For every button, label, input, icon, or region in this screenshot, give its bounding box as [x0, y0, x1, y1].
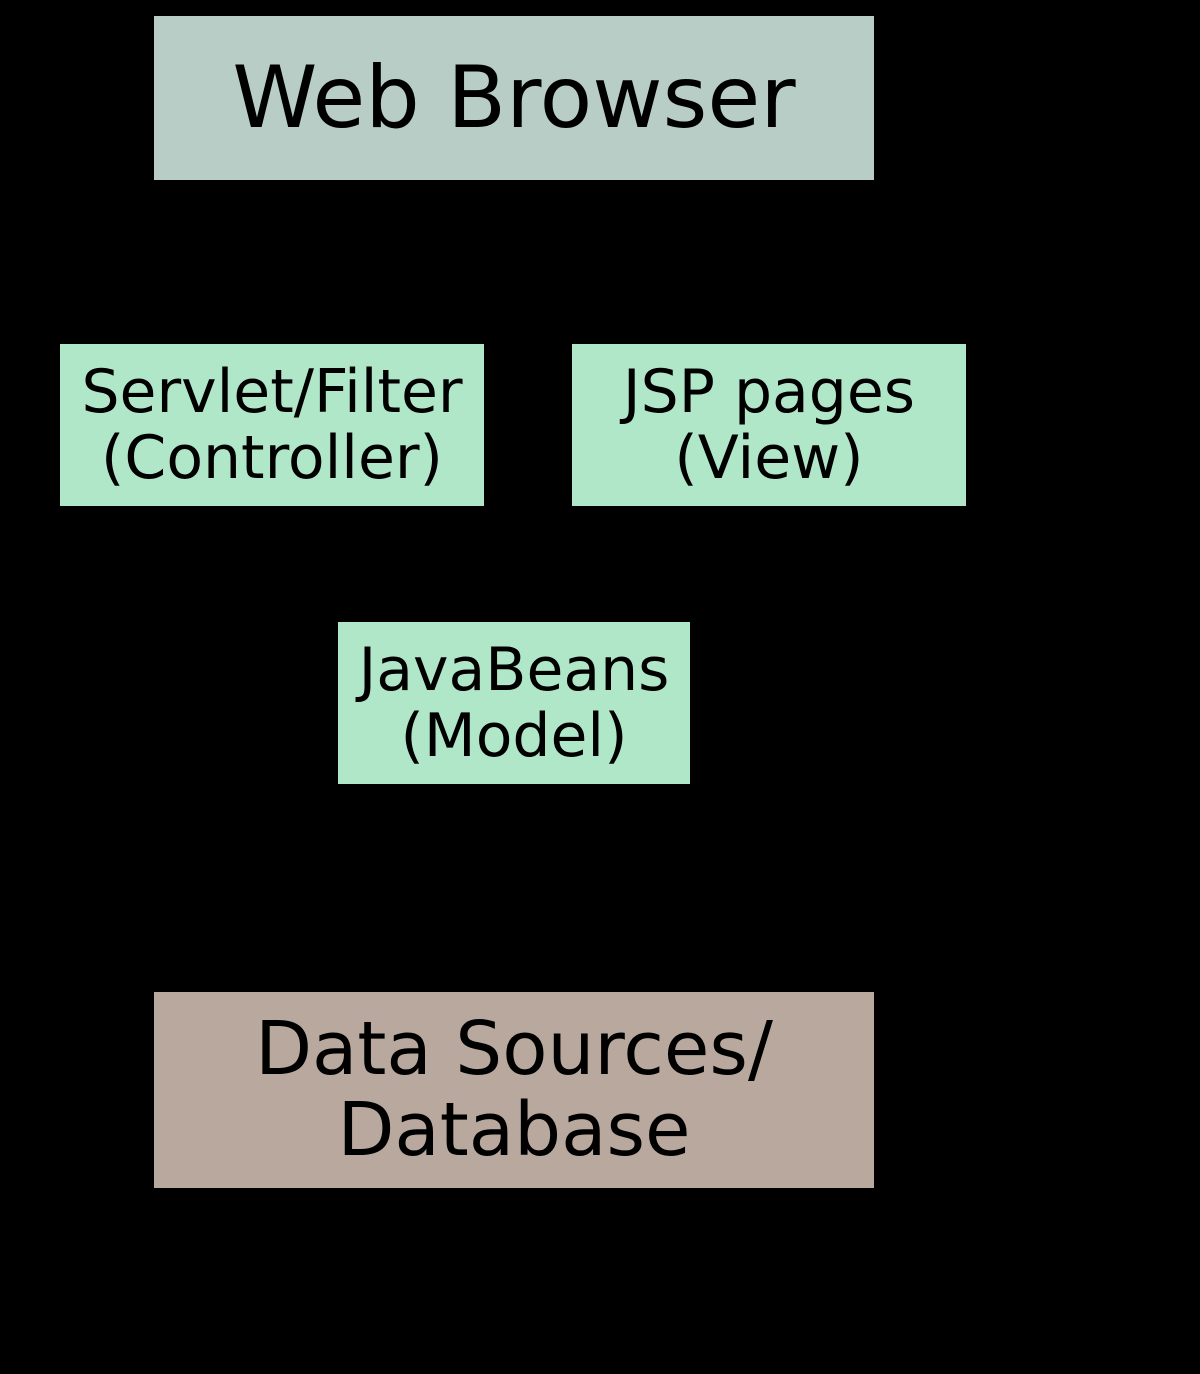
database-box: Data Sources/ Database — [148, 986, 880, 1194]
controller-label-line2: (Controller) — [101, 425, 443, 491]
web-browser-box: Web Browser — [148, 10, 880, 186]
view-label-line1: JSP pages — [623, 359, 915, 425]
model-label-line2: (Model) — [401, 703, 628, 769]
database-label-line2: Database — [337, 1090, 690, 1171]
model-box: JavaBeans (Model) — [332, 616, 696, 790]
controller-label-line1: Servlet/Filter — [81, 359, 462, 425]
view-box: JSP pages (View) — [566, 338, 972, 512]
view-label-line2: (View) — [674, 425, 863, 491]
controller-box: Servlet/Filter (Controller) — [54, 338, 490, 512]
model-label-line1: JavaBeans — [359, 637, 670, 703]
database-label-line1: Data Sources/ — [255, 1009, 773, 1090]
web-browser-label: Web Browser — [232, 51, 795, 146]
